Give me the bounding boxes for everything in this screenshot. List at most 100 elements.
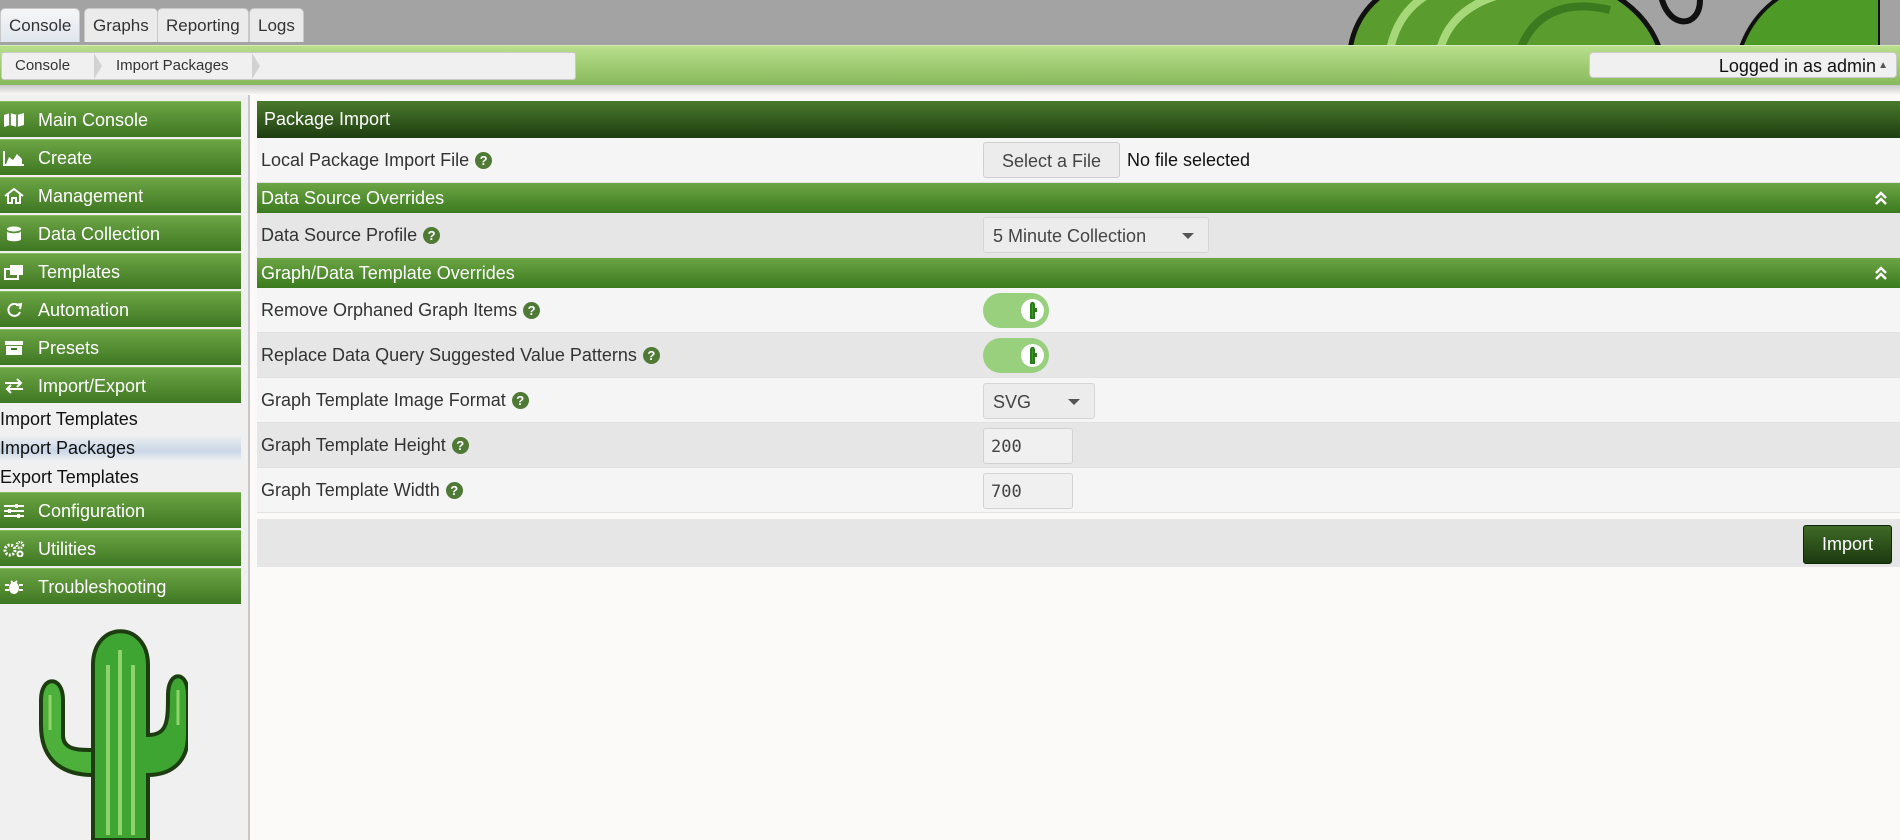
sidebar-subitem-import-templates[interactable]: Import Templates — [0, 405, 241, 433]
tab-logs[interactable]: Logs — [249, 8, 304, 42]
cactus-banner-logo — [1348, 0, 1880, 45]
file-status: No file selected — [1127, 150, 1251, 170]
label-text: Data Source Profile — [261, 225, 418, 245]
data-source-overrides-header[interactable]: Data Source Overrides — [257, 183, 1900, 213]
caret-down-icon — [1068, 399, 1080, 405]
label-text: Replace Data Query Suggested Value Patte… — [261, 345, 637, 365]
data-source-profile-row: Data Source Profile? 5 Minute Collection — [257, 213, 1900, 258]
sidebar-item-main-console[interactable]: Main Console — [0, 101, 241, 137]
breadcrumb: Console Import Packages — [1, 52, 576, 80]
breadcrumb-import-packages[interactable]: Import Packages — [116, 53, 229, 79]
tab-graphs[interactable]: Graphs — [84, 8, 158, 42]
replace-patterns-toggle[interactable] — [983, 338, 1049, 373]
nav-shadow — [0, 85, 1900, 95]
label-text: Graph Template Width — [261, 480, 440, 500]
help-icon[interactable]: ? — [423, 227, 441, 244]
sidebar-subitem-import-packages[interactable]: Import Packages — [0, 434, 241, 462]
sidebar-item-troubleshooting[interactable]: Troubleshooting — [0, 568, 241, 604]
select-value: SVG — [993, 392, 1032, 412]
cactus-icon — [1030, 346, 1037, 364]
sidebar-item-label: Utilities — [38, 539, 97, 559]
cactus-logo — [39, 629, 188, 840]
data-source-profile-label: Data Source Profile? — [261, 213, 441, 258]
top-tab-bar: Console Graphs Reporting Logs — [0, 0, 1900, 45]
label-text: Graph Template Image Format — [261, 390, 506, 410]
breadcrumb-separator — [94, 53, 102, 79]
sidebar-item-data-collection[interactable]: Data Collection — [0, 215, 241, 251]
section-title: Data Source Overrides — [261, 188, 445, 208]
sidebar-item-label: Presets — [38, 338, 100, 358]
archive-icon — [5, 341, 23, 355]
graph-width-row: Graph Template Width? 700 — [257, 468, 1900, 513]
sidebar-item-label: Import/Export — [38, 376, 147, 396]
sidebar-item-templates[interactable]: Templates — [0, 253, 241, 289]
import-button[interactable]: Import — [1802, 525, 1892, 564]
breadcrumb-separator — [252, 53, 260, 79]
bug-icon — [5, 580, 23, 594]
help-icon[interactable]: ? — [642, 347, 660, 364]
remove-orphaned-row: Remove Orphaned Graph Items? — [257, 288, 1900, 333]
sidebar-item-utilities[interactable]: Utilities — [0, 530, 241, 566]
panel-title: Package Import — [257, 101, 1900, 138]
caret-down-icon — [1182, 233, 1194, 239]
sidebar-subitem-export-templates[interactable]: Export Templates — [0, 463, 241, 491]
file-import-row: Local Package Import File? Select a File… — [257, 138, 1900, 183]
toggle-knob — [1021, 299, 1044, 322]
toggle-knob — [1021, 344, 1044, 367]
tab-reporting[interactable]: Reporting — [157, 8, 249, 42]
sidebar-item-automation[interactable]: Automation — [0, 291, 241, 327]
label-text: Local Package Import File — [261, 150, 470, 170]
help-icon[interactable]: ? — [523, 302, 541, 319]
breadcrumb-bar: Console Import Packages Logged in as adm… — [0, 45, 1900, 86]
remove-orphaned-label: Remove Orphaned Graph Items? — [261, 288, 541, 333]
sidebar-item-label: Create — [38, 148, 93, 168]
help-icon[interactable]: ? — [445, 482, 463, 499]
user-label: Logged in as admin — [1718, 56, 1876, 76]
graph-width-input[interactable]: 700 — [983, 473, 1073, 509]
database-icon — [7, 226, 21, 242]
sidebar-item-create[interactable]: Create — [0, 139, 241, 175]
remove-orphaned-toggle[interactable] — [983, 293, 1049, 328]
sidebar-item-label: Configuration — [38, 501, 146, 521]
home-icon — [4, 188, 24, 204]
image-format-label: Graph Template Image Format? — [261, 378, 529, 423]
tab-console[interactable]: Console — [0, 8, 81, 42]
sidebar-item-configuration[interactable]: Configuration — [0, 492, 241, 528]
sidebar: Main Console Create Management Data Coll… — [0, 95, 250, 840]
area-chart-icon — [3, 151, 24, 166]
user-menu[interactable]: Logged in as admin ▲ — [1589, 52, 1897, 78]
graph-data-template-overrides-header[interactable]: Graph/Data Template Overrides — [257, 258, 1900, 288]
chevron-double-up-icon[interactable] — [1874, 265, 1888, 281]
section-title: Graph/Data Template Overrides — [261, 263, 515, 283]
file-import-label: Local Package Import File? — [261, 138, 493, 183]
cactus-icon — [1030, 301, 1037, 319]
graph-width-label: Graph Template Width? — [261, 468, 463, 513]
select-value: 5 Minute Collection — [993, 226, 1147, 246]
breadcrumb-console[interactable]: Console — [15, 53, 70, 79]
sidebar-item-label: Automation — [38, 300, 130, 320]
sidebar-item-presets[interactable]: Presets — [0, 329, 241, 365]
caret-up-icon: ▲ — [1878, 60, 1888, 71]
chevron-double-up-icon[interactable] — [1874, 190, 1888, 206]
select-file-button[interactable]: Select a File — [983, 142, 1121, 178]
map-icon — [4, 113, 24, 127]
data-source-profile-select[interactable]: 5 Minute Collection — [983, 217, 1209, 253]
exchange-icon — [5, 378, 23, 394]
graph-height-row: Graph Template Height? 200 — [257, 423, 1900, 468]
sidebar-item-label: Management — [38, 186, 144, 206]
label-text: Graph Template Height — [261, 435, 446, 455]
sidebar-item-management[interactable]: Management — [0, 177, 241, 213]
help-icon[interactable]: ? — [475, 152, 493, 169]
sidebar-item-import-export[interactable]: Import/Export — [0, 367, 241, 403]
image-format-row: Graph Template Image Format? SVG — [257, 378, 1900, 423]
cogs-icon — [3, 541, 25, 557]
graph-height-input[interactable]: 200 — [983, 428, 1073, 464]
refresh-icon — [7, 302, 23, 317]
sidebar-item-label: Data Collection — [38, 224, 161, 244]
replace-patterns-row: Replace Data Query Suggested Value Patte… — [257, 333, 1900, 378]
image-format-select[interactable]: SVG — [983, 383, 1095, 419]
sidebar-item-label: Troubleshooting — [38, 577, 167, 597]
sidebar-item-label: Main Console — [38, 110, 149, 130]
help-icon[interactable]: ? — [511, 392, 529, 409]
help-icon[interactable]: ? — [451, 437, 469, 454]
